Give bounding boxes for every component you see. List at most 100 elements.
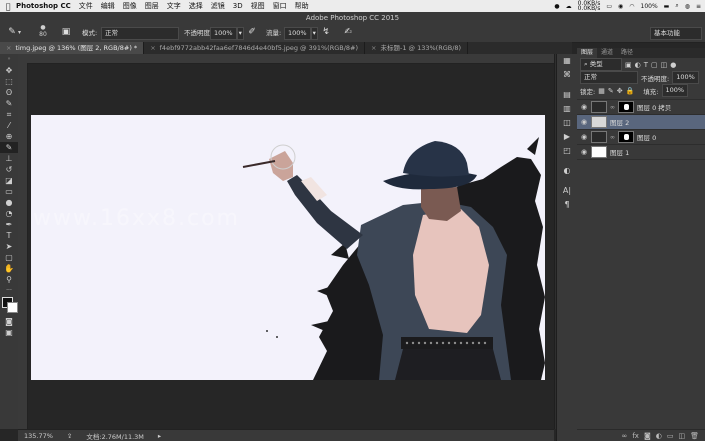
lock-transparent-icon[interactable]: ▦ [598,87,605,95]
history-panel-icon[interactable]: ▦ [557,54,577,68]
visibility-eye-icon[interactable]: ◉ [580,148,588,156]
tab-channels[interactable]: 通道 [597,48,617,58]
menu-edit[interactable]: 编辑 [101,1,115,11]
stamp-tool-icon[interactable]: ⊥ [0,153,18,164]
eyedropper-tool-icon[interactable]: ⁄ [0,120,18,131]
menu-layer[interactable]: 图层 [145,1,159,11]
layer-name[interactable]: 图层 0 拷贝 [637,102,671,112]
brush-size-picker[interactable]: ● 80 [36,24,50,39]
horizontal-ruler[interactable] [18,54,554,64]
dodge-tool-icon[interactable]: ◔ [0,208,18,219]
eraser-tool-icon[interactable]: ◪ [0,175,18,186]
hand-tool-icon[interactable]: ✋ [0,263,18,274]
lock-position-icon[interactable]: ✥ [617,87,623,95]
link-layers-icon[interactable]: ∞ [622,432,628,440]
mode-select[interactable]: 正常 [101,27,179,40]
toolbar-grip-icon[interactable]: » [0,54,18,65]
filter-kind-select[interactable]: ⌕ 类型 [580,58,622,71]
menu-window[interactable]: 窗口 [273,1,287,11]
mask-link-icon[interactable]: ∞ [610,134,615,141]
filter-adjust-icon[interactable]: ◐ [635,61,641,69]
zoom-level[interactable]: 135.77% [24,432,53,440]
layer-row[interactable]: ◉ 图层 1 [577,145,705,160]
user-icon[interactable]: ◍ [685,3,690,10]
flow-input[interactable]: 100% ▾ [284,27,318,40]
layer-row[interactable]: ◉ ∞ 图层 0 [577,130,705,145]
info-panel-icon[interactable]: ▤ [557,88,577,102]
pressure-size-button[interactable]: ✍ [342,26,354,38]
background-color[interactable] [7,302,18,313]
brush-panel-toggle[interactable]: ▣ [60,26,72,38]
wechat-icon[interactable]: ● [554,3,559,10]
move-tool-icon[interactable]: ✥ [0,65,18,76]
lock-pixels-icon[interactable]: ✎ [608,87,614,95]
layer-mask-thumbnail[interactable] [618,101,634,113]
swatches-panel-icon[interactable]: ◫ [557,116,577,130]
menu-image[interactable]: 图像 [123,1,137,11]
menu-app-name[interactable]: Photoshop CC [16,2,71,10]
tab-timg[interactable]: × timg.jpeg @ 136% (图层 2, RGB/8#) * [0,42,145,54]
tab-layers[interactable]: 图层 [577,48,598,58]
tab-f4ebf[interactable]: × f4ebf9772abb42faa6ef7846d4e40bf5.jpeg @… [144,42,366,54]
lock-all-icon[interactable]: 🔒 [626,87,635,95]
crop-tool-icon[interactable]: ⌗ [0,109,18,120]
mask-link-icon[interactable]: ∞ [610,104,615,111]
add-mask-icon[interactable]: ◙ [644,432,651,440]
layer-name[interactable]: 图层 2 [610,117,629,127]
zoom-tool-icon[interactable]: ⚲ [0,274,18,285]
filter-shape-icon[interactable]: ▢ [651,61,658,69]
document-canvas[interactable]: www.16xx8.com [31,115,545,380]
workspace-select[interactable]: 基本功能 [650,27,702,40]
filter-smart-icon[interactable]: ◫ [661,61,668,69]
paragraph-panel-icon[interactable]: ¶ [557,198,577,212]
search-icon[interactable]: ⌕ [675,2,678,10]
pen-tool-icon[interactable]: ✒ [0,219,18,230]
wifi-icon[interactable]: ◠ [629,3,634,10]
quick-select-tool-icon[interactable]: ✎ [0,98,18,109]
new-layer-icon[interactable]: ◫ [678,432,685,440]
adjustments-panel-icon[interactable]: ◐ [557,164,577,178]
properties-panel-icon[interactable]: ⌘ [557,68,577,82]
gradient-tool-icon[interactable]: ▭ [0,186,18,197]
layer-opacity-input[interactable]: 100% [672,71,699,84]
blend-mode-select[interactable]: 正常 [580,71,638,84]
display-icon[interactable]: ▭ [606,3,612,10]
shape-tool-icon[interactable]: ▢ [0,252,18,263]
lasso-tool-icon[interactable]: ʘ [0,87,18,98]
menu-list-icon[interactable]: ≡ [696,3,701,10]
pressure-opacity-button[interactable]: ✐ [246,26,258,38]
layer-name[interactable]: 图层 1 [610,147,629,157]
menu-select[interactable]: 选择 [189,1,203,11]
screen-mode-icon[interactable]: ▣ [0,327,18,338]
cloud-icon[interactable]: ☁ [566,3,572,10]
close-icon[interactable]: × [150,44,155,52]
tab-paths[interactable]: 路径 [617,48,637,58]
color-swatches[interactable] [0,296,18,316]
battery-icon[interactable]: ▬ [664,3,670,10]
eye-menu-icon[interactable]: ◉ [618,3,623,10]
visibility-eye-icon[interactable]: ◉ [580,118,588,126]
layer-row[interactable]: ◉ ∞ 图层 0 拷贝 [577,100,705,115]
vertical-ruler[interactable] [18,63,28,429]
visibility-eye-icon[interactable]: ◉ [580,133,588,141]
adjustment-layer-icon[interactable]: ◐ [656,432,662,440]
menu-filter[interactable]: 滤镜 [211,1,225,11]
filter-pixel-icon[interactable]: ▣ [625,61,632,69]
tab-untitled[interactable]: × 未标题-1 @ 133%(RGB/8) [365,42,469,54]
fill-input[interactable]: 100% [661,84,689,97]
trash-icon[interactable]: 🗑 [690,432,699,440]
new-group-icon[interactable]: ▭ [667,432,674,440]
close-icon[interactable]: × [6,44,11,52]
status-menu-icon[interactable]: ▸ [158,432,161,440]
quick-mask-icon[interactable]: ◙ [0,316,18,327]
filter-type-icon[interactable]: T [644,61,648,69]
path-select-tool-icon[interactable]: ➤ [0,241,18,252]
apple-icon[interactable]:  [0,2,16,11]
brush-tool-icon[interactable]: ✎ [0,142,18,153]
actions-panel-icon[interactable]: ▶ [557,130,577,144]
opacity-input[interactable]: 100% ▾ [210,27,244,40]
menu-type[interactable]: 文字 [167,1,181,11]
menu-file[interactable]: 文件 [79,1,93,11]
history-brush-tool-icon[interactable]: ↺ [0,164,18,175]
more-tools-icon[interactable]: ··· [0,285,18,296]
